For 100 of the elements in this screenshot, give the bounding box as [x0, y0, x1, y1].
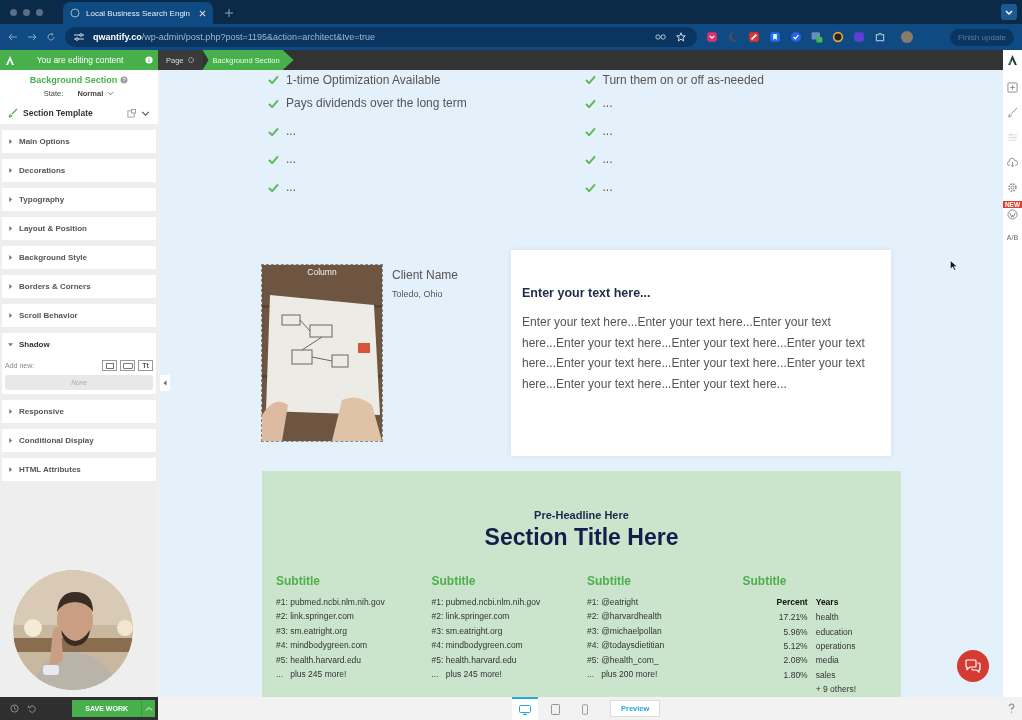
table-cell-text: education	[814, 625, 854, 639]
check-icon	[584, 154, 596, 164]
feature-text: Turn them on or off as-needed	[602, 72, 764, 87]
undo-icon[interactable]	[27, 704, 36, 713]
help-icon[interactable]	[1007, 703, 1016, 714]
info-icon[interactable]	[145, 56, 153, 64]
extension-icon[interactable]	[748, 31, 760, 43]
more-text: ... plus 245 more!	[276, 668, 348, 681]
help-icon[interactable]	[120, 76, 129, 84]
panel-header[interactable]: Responsive	[2, 400, 156, 423]
panel-header[interactable]: Typography	[2, 188, 156, 211]
collapse-handle[interactable]	[160, 375, 170, 391]
client-name: Client Name	[392, 268, 460, 282]
element-label: Column	[306, 267, 338, 277]
wordpress-icon[interactable]	[1007, 209, 1018, 220]
panel-header[interactable]: Scroll Behavior	[2, 304, 156, 327]
feature-text: ...	[602, 96, 613, 110]
puzzle-icon[interactable]	[874, 31, 886, 43]
avatar-icon[interactable]	[901, 31, 913, 43]
save-options-button[interactable]	[141, 700, 155, 717]
table-cell-text: sales	[814, 668, 837, 682]
new-tab-icon[interactable]	[225, 9, 233, 17]
table-cell-text: 2.08%	[782, 654, 809, 668]
desktop-icon	[519, 704, 531, 715]
settings-icon[interactable]	[1007, 182, 1018, 193]
check-icon	[268, 182, 279, 192]
back-icon[interactable]	[8, 32, 18, 42]
window-controls-icon[interactable]	[10, 8, 43, 16]
gear-icon[interactable]	[186, 56, 195, 64]
color-ring-icon[interactable]	[832, 31, 844, 43]
key-icon[interactable]	[655, 32, 667, 42]
panel-header[interactable]: Conditional Display	[2, 429, 156, 452]
caret-icon	[107, 91, 115, 96]
panel-header[interactable]: Borders & Corners	[2, 275, 156, 298]
list-item: #4: @todaysdietitian	[587, 640, 666, 653]
template-icon[interactable]	[127, 108, 136, 118]
tablet-icon	[550, 704, 560, 715]
caret-icon	[144, 705, 153, 712]
brush-icon	[8, 108, 18, 118]
square-icon	[122, 362, 133, 369]
table-cell-text: 5.12%	[782, 639, 809, 653]
globe-icon	[70, 8, 80, 18]
element-title: Background Section	[29, 75, 118, 85]
add-icon[interactable]	[1007, 82, 1018, 93]
triangle-icon	[8, 467, 13, 472]
close-icon[interactable]	[199, 9, 206, 17]
check-icon	[584, 75, 596, 84]
extension-badge-icon[interactable]	[811, 31, 823, 43]
check-icon	[584, 126, 596, 136]
column-header: Years	[814, 597, 840, 609]
cloud-download-icon[interactable]	[1007, 157, 1018, 168]
column-header: Percent	[775, 597, 809, 609]
url-text: qwantify.co/wp-admin/post.php?post=1195&action=architect&tve=true	[93, 32, 376, 42]
panel-header[interactable]: Layout & Position	[2, 217, 156, 240]
section-template-row[interactable]: Section Template	[0, 102, 158, 124]
site-settings-icon[interactable]	[73, 32, 85, 42]
check-badge-icon[interactable]	[790, 31, 802, 43]
panel-header[interactable]: Decorations	[2, 159, 156, 182]
caret-icon[interactable]	[1001, 4, 1017, 20]
card-heading: Enter your text here...	[522, 286, 652, 300]
table-cell-text: health	[814, 611, 840, 625]
desktop-view-button[interactable]	[512, 697, 538, 720]
editing-notice: You are editing content	[35, 55, 125, 65]
forward-icon[interactable]	[27, 32, 37, 42]
history-icon[interactable]	[10, 704, 19, 713]
pocket-icon[interactable]	[706, 31, 718, 43]
logo-icon	[5, 54, 15, 66]
list-item: #2: link.springer.com	[431, 611, 511, 624]
column-subtitle: Subtitle	[431, 574, 477, 588]
table-cell-text: media	[814, 654, 840, 668]
browser-tab[interactable]: Local Business Search Engin	[63, 2, 213, 24]
bookmark-icon[interactable]	[769, 31, 781, 43]
panel-header[interactable]: Shadow	[2, 333, 156, 356]
panel-header[interactable]: Background Style	[2, 246, 156, 269]
client-location: Toledo, Ohio	[392, 289, 444, 299]
caret-icon[interactable]	[141, 108, 150, 118]
triangle-icon	[8, 313, 13, 318]
sliders-icon[interactable]	[1007, 132, 1018, 143]
table-cell-text: 17.21%	[777, 611, 809, 625]
inner-shadow-button[interactable]	[120, 360, 135, 371]
list-item: #5: health.harvard.edu	[276, 654, 363, 667]
triangle-icon	[8, 342, 13, 347]
chat-button[interactable]	[957, 650, 989, 682]
list-item: #1: @eatright	[587, 597, 640, 609]
pre-headline: Pre-Headline Here	[533, 509, 630, 521]
check-icon	[584, 182, 596, 192]
list-item: #5: health.harvard.edu	[431, 654, 518, 667]
star-icon[interactable]	[675, 32, 687, 42]
section-title: Section Title Here	[483, 524, 680, 551]
brush-icon[interactable]	[1007, 107, 1018, 118]
feature-text: ...	[602, 180, 613, 194]
list-item: #4: mindbodygreen.com	[431, 640, 524, 653]
list-item: #2: @harvardhealth	[587, 611, 663, 624]
panel-header[interactable]: Main Options	[2, 130, 156, 153]
panel-header[interactable]: HTML Attributes	[2, 458, 156, 481]
box-shadow-button[interactable]	[102, 360, 117, 371]
reload-icon[interactable]	[46, 32, 56, 42]
address-bar[interactable]: qwantify.co/wp-admin/post.php?post=1195&action=architect&tve=true	[65, 27, 697, 47]
list-item: #4: mindbodygreen.com	[276, 640, 369, 653]
list-item: #1: pubmed.ncbi.nlm.nih.gov	[431, 597, 542, 609]
